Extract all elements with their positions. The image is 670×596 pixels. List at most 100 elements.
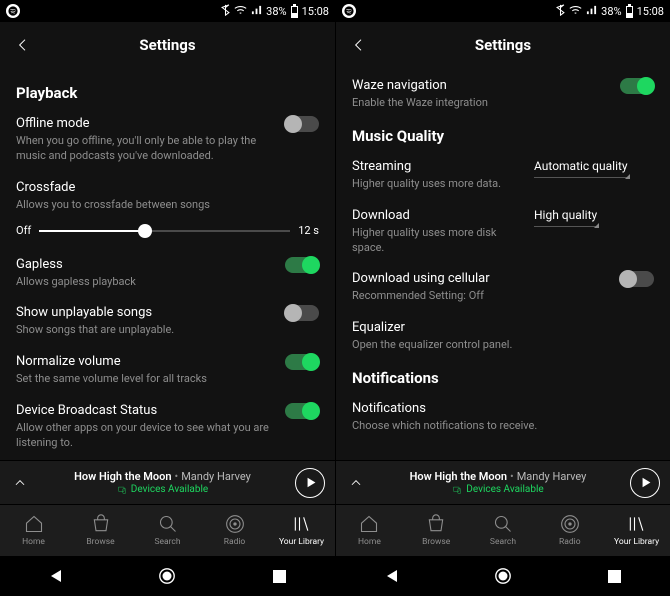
status-left <box>6 4 20 18</box>
nav-home[interactable] <box>494 567 512 585</box>
normalize-title: Normalize volume <box>16 354 273 369</box>
crossfade-title: Crossfade <box>16 180 319 195</box>
cellular-sub: Recommended Setting: Off <box>352 289 608 304</box>
row-equalizer[interactable]: Equalizer Open the equalizer control pan… <box>352 320 654 353</box>
play-button[interactable] <box>630 468 660 498</box>
page-title: Settings <box>475 36 531 54</box>
chevron-up-icon[interactable] <box>346 473 366 493</box>
page-title: Settings <box>139 36 195 54</box>
devices-icon <box>452 485 462 495</box>
nav-back[interactable] <box>47 567 65 585</box>
tab-radio[interactable]: Radio <box>201 505 268 556</box>
broadcast-sub: Allow other apps on your device to see w… <box>16 421 273 451</box>
section-notifications: Notifications <box>352 369 654 387</box>
waze-title: Waze navigation <box>352 78 608 93</box>
wifi-icon <box>569 5 582 18</box>
tab-radio[interactable]: Radio <box>536 505 603 556</box>
row-offline-mode[interactable]: Offline mode When you go offline, you'll… <box>16 116 319 164</box>
crossfade-slider-wrap: Off 12 s <box>16 221 319 241</box>
settings-list: Playback Offline mode When you go offlin… <box>0 68 335 460</box>
tab-browse[interactable]: Browse <box>67 505 134 556</box>
np-devices: Devices Available <box>466 484 543 495</box>
broadcast-title: Device Broadcast Status <box>16 403 273 418</box>
streaming-title: Streaming <box>352 159 522 174</box>
header: Settings <box>336 22 670 68</box>
header: Settings <box>0 22 335 68</box>
row-download[interactable]: Download Higher quality uses more disk s… <box>352 208 654 256</box>
gapless-sub: Allows gapless playback <box>16 275 273 290</box>
signal-icon <box>251 4 262 18</box>
row-broadcast[interactable]: Device Broadcast Status Allow other apps… <box>16 403 319 451</box>
crossfade-min: Off <box>16 224 31 237</box>
cellular-toggle[interactable] <box>620 271 654 287</box>
row-notifications[interactable]: Notifications Choose which notifications… <box>352 401 654 434</box>
tab-search[interactable]: Search <box>134 505 201 556</box>
equalizer-sub: Open the equalizer control panel. <box>352 338 654 353</box>
spotify-icon <box>6 4 20 18</box>
row-cellular[interactable]: Download using cellular Recommended Sett… <box>352 271 654 304</box>
back-button[interactable] <box>348 34 370 56</box>
offline-sub: When you go offline, you'll only be able… <box>16 134 273 164</box>
now-playing-bar[interactable]: How High the Moon•Mandy Harvey Devices A… <box>0 460 335 504</box>
equalizer-title: Equalizer <box>352 320 654 335</box>
tab-browse[interactable]: Browse <box>403 505 470 556</box>
row-streaming[interactable]: Streaming Higher quality uses more data.… <box>352 159 654 192</box>
battery-pct: 38% <box>601 5 621 18</box>
np-artist: Mandy Harvey <box>517 470 587 483</box>
battery-pct: 38% <box>266 5 286 18</box>
system-nav <box>0 556 335 596</box>
signal-icon <box>586 4 597 18</box>
nav-recent[interactable] <box>270 567 288 585</box>
row-normalize[interactable]: Normalize volume Set the same volume lev… <box>16 354 319 387</box>
unplayable-toggle[interactable] <box>285 305 319 321</box>
np-artist: Mandy Harvey <box>181 470 251 483</box>
bluetooth-icon <box>556 4 565 19</box>
tab-home[interactable]: Home <box>336 505 403 556</box>
unplayable-sub: Show songs that are unplayable. <box>16 323 273 338</box>
streaming-dropdown[interactable]: Automatic quality <box>534 159 654 178</box>
spotify-icon <box>342 4 356 18</box>
row-unplayable[interactable]: Show unplayable songs Show songs that ar… <box>16 305 319 338</box>
chevron-up-icon[interactable] <box>10 473 30 493</box>
normalize-toggle[interactable] <box>285 354 319 370</box>
clock: 15:08 <box>637 5 664 18</box>
nav-back[interactable] <box>383 567 401 585</box>
section-playback: Playback <box>16 84 319 102</box>
section-music-quality: Music Quality <box>352 127 654 145</box>
play-button[interactable] <box>295 468 325 498</box>
streaming-sub: Higher quality uses more data. <box>352 177 522 192</box>
cellular-title: Download using cellular <box>352 271 608 286</box>
row-waze[interactable]: Waze navigation Enable the Waze integrat… <box>352 78 654 111</box>
notif-sub: Choose which notifications to receive. <box>352 419 654 434</box>
tab-home[interactable]: Home <box>0 505 67 556</box>
wifi-icon <box>234 5 247 18</box>
settings-list: Waze navigation Enable the Waze integrat… <box>336 68 670 460</box>
clock: 15:08 <box>302 5 329 18</box>
battery-icon <box>291 4 298 18</box>
tab-library[interactable]: Your Library <box>603 505 670 556</box>
system-nav <box>336 556 670 596</box>
download-dropdown[interactable]: High quality <box>534 208 654 227</box>
status-bar: 38% 15:08 <box>336 0 670 22</box>
nav-home[interactable] <box>158 567 176 585</box>
back-button[interactable] <box>12 34 34 56</box>
download-title: Download <box>352 208 522 223</box>
waze-toggle[interactable] <box>620 78 654 94</box>
download-sub: Higher quality uses more disk space. <box>352 226 522 256</box>
np-song: How High the Moon <box>410 470 507 483</box>
offline-toggle[interactable] <box>285 116 319 132</box>
screen-right: 38% 15:08 Settings Waze navigation Enabl… <box>335 0 670 596</box>
now-playing-bar[interactable]: How High the Moon•Mandy Harvey Devices A… <box>336 460 670 504</box>
waze-sub: Enable the Waze integration <box>352 96 608 111</box>
gapless-toggle[interactable] <box>285 257 319 273</box>
crossfade-slider[interactable]: Off 12 s <box>16 221 319 241</box>
broadcast-toggle[interactable] <box>285 403 319 419</box>
tab-library[interactable]: Your Library <box>268 505 335 556</box>
nav-recent[interactable] <box>605 567 623 585</box>
offline-title: Offline mode <box>16 116 273 131</box>
unplayable-title: Show unplayable songs <box>16 305 273 320</box>
status-right: 38% 15:08 <box>221 4 329 19</box>
row-gapless[interactable]: Gapless Allows gapless playback <box>16 257 319 290</box>
tab-search[interactable]: Search <box>470 505 537 556</box>
crossfade-sub: Allows you to crossfade between songs <box>16 198 319 213</box>
